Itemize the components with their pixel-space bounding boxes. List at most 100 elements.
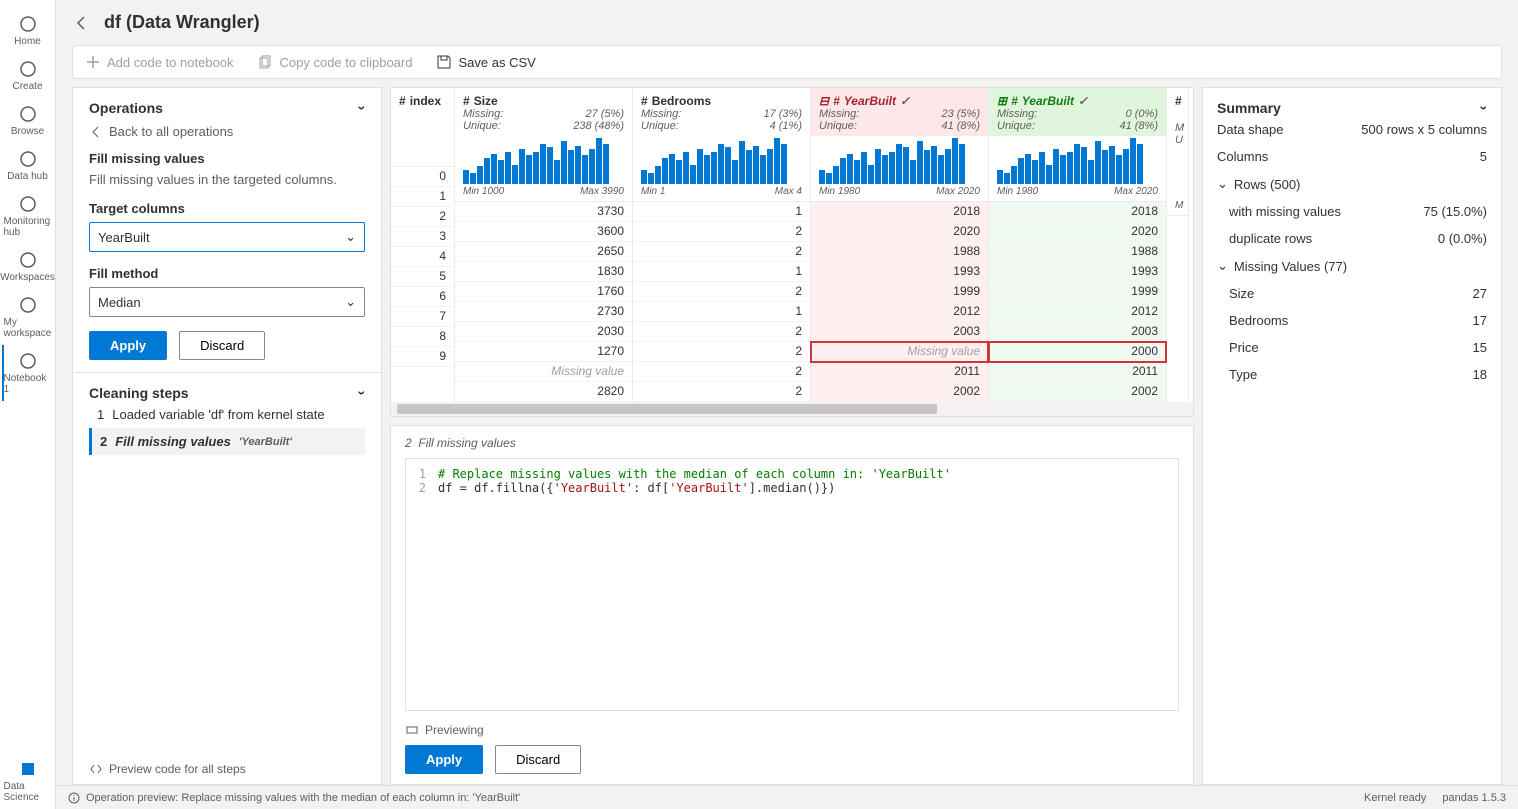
operations-title: Operations (89, 100, 163, 116)
leftrail-data-hub[interactable]: Data hub (4, 143, 52, 188)
grid-cell[interactable]: 0 (391, 167, 454, 187)
grid-cell[interactable]: 1760 (455, 282, 632, 302)
leftrail-home[interactable]: Home (4, 8, 52, 53)
chevron-down-icon[interactable]: › (355, 106, 371, 111)
operation-description: Fill missing values in the targeted colu… (89, 172, 365, 187)
preview-icon (405, 723, 419, 737)
chevron-down-icon: ⌄ (345, 294, 356, 310)
grid-cell[interactable]: 2650 (455, 242, 632, 262)
leftrail-notebook-1[interactable]: Notebook 1 (2, 345, 52, 401)
cleaning-step[interactable]: 2Fill missing values'YearBuilt' (89, 428, 365, 455)
grid-cell[interactable]: 2018 (811, 202, 988, 222)
code-discard-button[interactable]: Discard (495, 745, 581, 774)
grid-cell[interactable]: 2730 (455, 302, 632, 322)
grid-cell[interactable]: 2012 (989, 302, 1166, 322)
grid-cell[interactable]: 2002 (811, 382, 988, 402)
grid-cell[interactable]: 2020 (989, 222, 1166, 242)
data-grid: # index0123456789# SizeMissing:27 (5%)Un… (390, 87, 1194, 417)
code-editor[interactable]: 1 # Replace missing values with the medi… (405, 458, 1179, 711)
grid-cell[interactable]: 3730 (455, 202, 632, 222)
grid-cell[interactable]: 1988 (811, 242, 988, 262)
missing-values-expander[interactable]: ⌄Missing Values (77) (1217, 252, 1487, 280)
grid-cell[interactable]: 1993 (989, 262, 1166, 282)
grid-cell[interactable]: 2 (633, 382, 810, 402)
grid-cell[interactable]: 1 (633, 302, 810, 322)
back-to-operations-link[interactable]: Back to all operations (89, 124, 365, 139)
grid-cell[interactable]: 2002 (989, 382, 1166, 402)
grid-cell[interactable]: 2 (633, 222, 810, 242)
grid-cell[interactable]: 3600 (455, 222, 632, 242)
rows-expander[interactable]: ⌄Rows (500) (1217, 170, 1487, 198)
grid-column: # SizeMissing:27 (5%)Unique:238 (48%)Min… (455, 88, 633, 402)
info-icon (68, 792, 80, 804)
grid-cell[interactable]: 2 (633, 242, 810, 262)
add-code-button[interactable]: Add code to notebook (85, 54, 234, 70)
chevron-down-icon[interactable]: › (355, 391, 371, 396)
grid-cell[interactable]: 2003 (989, 322, 1166, 342)
leftrail-browse[interactable]: Browse (4, 98, 52, 143)
target-columns-select[interactable]: YearBuilt ⌄ (89, 222, 365, 252)
grid-cell[interactable]: 2 (633, 282, 810, 302)
grid-cell[interactable]: 2011 (989, 362, 1166, 382)
grid-cell[interactable]: Missing value (811, 342, 988, 362)
copy-code-button[interactable]: Copy code to clipboard (258, 54, 413, 70)
grid-cell[interactable]: 2 (633, 322, 810, 342)
discard-button[interactable]: Discard (179, 331, 265, 360)
apply-button[interactable]: Apply (89, 331, 167, 360)
grid-cell[interactable]: 2030 (455, 322, 632, 342)
toolbar: Add code to notebook Copy code to clipbo… (72, 45, 1502, 79)
cleaning-step[interactable]: 1Loaded variable 'df' from kernel state (89, 401, 365, 428)
grid-cell[interactable]: 1 (633, 262, 810, 282)
status-bar: Operation preview: Replace missing value… (56, 785, 1518, 809)
operation-name: Fill missing values (89, 151, 365, 166)
code-apply-button[interactable]: Apply (405, 745, 483, 774)
grid-cell[interactable]: 1 (391, 187, 454, 207)
leftrail-monitoring-hub[interactable]: Monitoring hub (4, 188, 52, 244)
grid-cell[interactable]: 2 (633, 342, 810, 362)
grid-cell[interactable]: 5 (391, 267, 454, 287)
leftrail-my-workspace[interactable]: My workspace (4, 289, 52, 345)
grid-cell[interactable]: 7 (391, 307, 454, 327)
monitor-icon (18, 194, 38, 214)
grid-column: # index0123456789 (391, 88, 455, 402)
horizontal-scrollbar[interactable] (391, 402, 1193, 416)
folder-icon (18, 104, 38, 124)
plus-icon (18, 59, 38, 79)
grid-cell[interactable]: 2020 (811, 222, 988, 242)
grid-cell[interactable]: 1270 (455, 342, 632, 362)
leftrail-create[interactable]: Create (4, 53, 52, 98)
chevron-down-icon[interactable]: › (1477, 106, 1493, 111)
missing-value-row: Bedrooms17 (1217, 307, 1487, 334)
grid-cell[interactable]: 3 (391, 227, 454, 247)
grid-cell[interactable]: 8 (391, 327, 454, 347)
leftrail-data-science[interactable]: Data Science (4, 753, 52, 809)
grid-cell[interactable]: 9 (391, 347, 454, 367)
back-arrow-icon[interactable] (72, 13, 92, 33)
save-icon (436, 54, 452, 70)
fill-method-select[interactable]: Median ⌄ (89, 287, 365, 317)
grid-cell[interactable]: 2 (391, 207, 454, 227)
grid-cell[interactable]: 2003 (811, 322, 988, 342)
grid-cell[interactable]: 2820 (455, 382, 632, 402)
grid-cell[interactable]: 2000 (989, 342, 1166, 362)
summary-panel: Summary › Data shape500 rows x 5 columns… (1202, 87, 1502, 785)
grid-cell[interactable]: 4 (391, 247, 454, 267)
grid-cell[interactable]: 1999 (811, 282, 988, 302)
leftrail-workspaces[interactable]: Workspaces (4, 244, 52, 289)
grid-cell[interactable]: 2018 (989, 202, 1166, 222)
grid-cell[interactable]: 2012 (811, 302, 988, 322)
grid-cell[interactable]: Missing value (455, 362, 632, 382)
grid-cell[interactable]: 1988 (989, 242, 1166, 262)
grid-cell[interactable]: 1 (633, 202, 810, 222)
data-science-icon (18, 759, 38, 779)
grid-cell[interactable]: 6 (391, 287, 454, 307)
plus-icon (85, 54, 101, 70)
my-icon (18, 295, 38, 315)
grid-cell[interactable]: 1993 (811, 262, 988, 282)
preview-code-link[interactable]: Preview code for all steps (73, 754, 381, 784)
grid-cell[interactable]: 1830 (455, 262, 632, 282)
save-csv-button[interactable]: Save as CSV (436, 54, 535, 70)
grid-cell[interactable]: 2 (633, 362, 810, 382)
grid-cell[interactable]: 2011 (811, 362, 988, 382)
grid-cell[interactable]: 1999 (989, 282, 1166, 302)
